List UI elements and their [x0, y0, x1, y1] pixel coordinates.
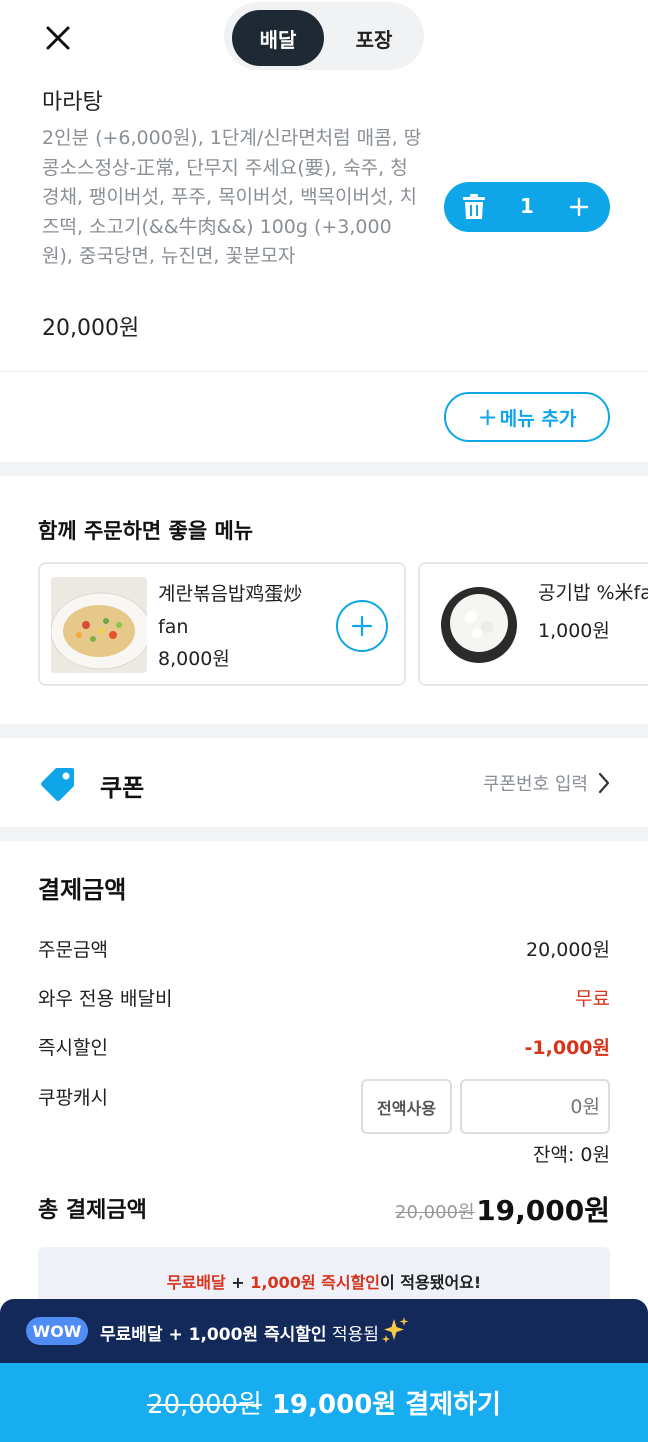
cash-amount-input[interactable]	[460, 1079, 610, 1134]
instant-discount-value: -1,000원	[524, 1037, 610, 1059]
recommend-add-button[interactable]	[336, 600, 388, 652]
notice-free-delivery: 무료배달	[166, 1273, 226, 1292]
recommend-item-price: 8,000원	[158, 648, 230, 670]
checkout-label: 19,000원 결제하기	[271, 1390, 501, 1420]
add-menu-button[interactable]: + 메뉴 추가	[444, 392, 610, 442]
fried-rice-image	[51, 577, 147, 673]
payment-title: 결제금액	[38, 876, 127, 904]
add-menu-label: 메뉴 추가	[499, 407, 577, 430]
close-icon	[46, 26, 70, 50]
cash-balance: 잔액: 0원	[533, 1144, 610, 1166]
wow-banner-benefit: 무료배달 + 1,000원 즉시할인	[100, 1325, 327, 1345]
total-label: 총 결제금액	[38, 1198, 147, 1223]
recommend-item-name: 계란볶음밥鸡蛋炒fan	[158, 583, 303, 638]
divider	[0, 371, 648, 372]
chevron-right-icon	[598, 772, 610, 794]
order-amount-value: 20,000원	[526, 939, 610, 961]
plus-icon	[569, 197, 589, 217]
wow-banner-text: 무료배달 + 1,000원 즉시할인 적용됨	[100, 1320, 379, 1345]
coupon-row[interactable]: 쿠폰 쿠폰번호 입력	[0, 738, 648, 828]
delete-item-button[interactable]	[460, 193, 488, 221]
coupon-label: 쿠폰	[100, 774, 145, 802]
checkout-original-price: 20,000원	[147, 1390, 262, 1420]
section-gap	[0, 827, 648, 841]
cart-item-options: 2인분 (+6,000원), 1단계/신라면처럼 매콤, 땅콩소스정상-正常, …	[42, 127, 422, 267]
order-type-toggle: 배달 포장	[224, 2, 424, 70]
notice-discount: 1,000원 즉시할인	[250, 1273, 381, 1292]
wow-badge: WOW	[26, 1317, 88, 1345]
checkout-button[interactable]: 20,000원 19,000원 결제하기	[0, 1363, 648, 1442]
close-button[interactable]	[40, 20, 76, 56]
use-all-cash-button[interactable]: 전액사용	[361, 1079, 452, 1134]
recommend-item-price: 1,000원	[538, 620, 610, 642]
instant-discount-label: 즉시할인	[38, 1037, 108, 1059]
wow-banner-suffix: 적용됨	[326, 1325, 379, 1345]
cart-item-name: 마라탕	[42, 90, 103, 115]
coupon-tag-icon	[38, 764, 78, 804]
total-original-price: 20,000원	[395, 1202, 475, 1223]
wow-banner: WOW 무료배달 + 1,000원 즉시할인 적용됨	[0, 1299, 648, 1363]
order-amount-label: 주문금액	[38, 939, 108, 961]
header: 배달 포장	[0, 0, 648, 76]
recommend-title: 함께 주문하면 좋을 메뉴	[38, 519, 254, 543]
notice-suffix: 이 적용됐어요!	[380, 1273, 482, 1292]
total-final-price: 19,000원	[476, 1194, 610, 1227]
rice-bowl-image	[431, 577, 527, 673]
plus-icon: +	[477, 403, 498, 431]
cart-item-price: 20,000원	[42, 316, 140, 341]
recommend-card[interactable]: 계란볶음밥鸡蛋炒fan 8,000원	[38, 562, 406, 686]
coupang-cash-label: 쿠팡캐시	[38, 1087, 108, 1109]
notice-plus: +	[225, 1273, 251, 1292]
section-gap	[0, 724, 648, 738]
tab-pickup[interactable]: 포장	[332, 10, 416, 66]
trash-icon	[463, 194, 485, 219]
coupon-action-label: 쿠폰번호 입력	[482, 774, 588, 795]
recommend-card[interactable]: 공기밥 %米fan 1,000원	[418, 562, 648, 686]
quantity-stepper: 1	[444, 182, 610, 232]
recommend-item-name: 공기밥 %米fan	[538, 582, 648, 604]
delivery-fee-label: 와우 전용 배달비	[38, 988, 173, 1010]
plus-icon	[351, 615, 373, 637]
coupon-code-link[interactable]: 쿠폰번호 입력	[483, 770, 610, 796]
increase-quantity-button[interactable]	[564, 192, 594, 222]
tab-delivery[interactable]: 배달	[232, 10, 324, 66]
delivery-fee-value: 무료	[575, 988, 610, 1010]
sparkle-icon	[382, 1317, 409, 1343]
quantity-value: 1	[520, 194, 534, 218]
section-gap	[0, 462, 648, 476]
